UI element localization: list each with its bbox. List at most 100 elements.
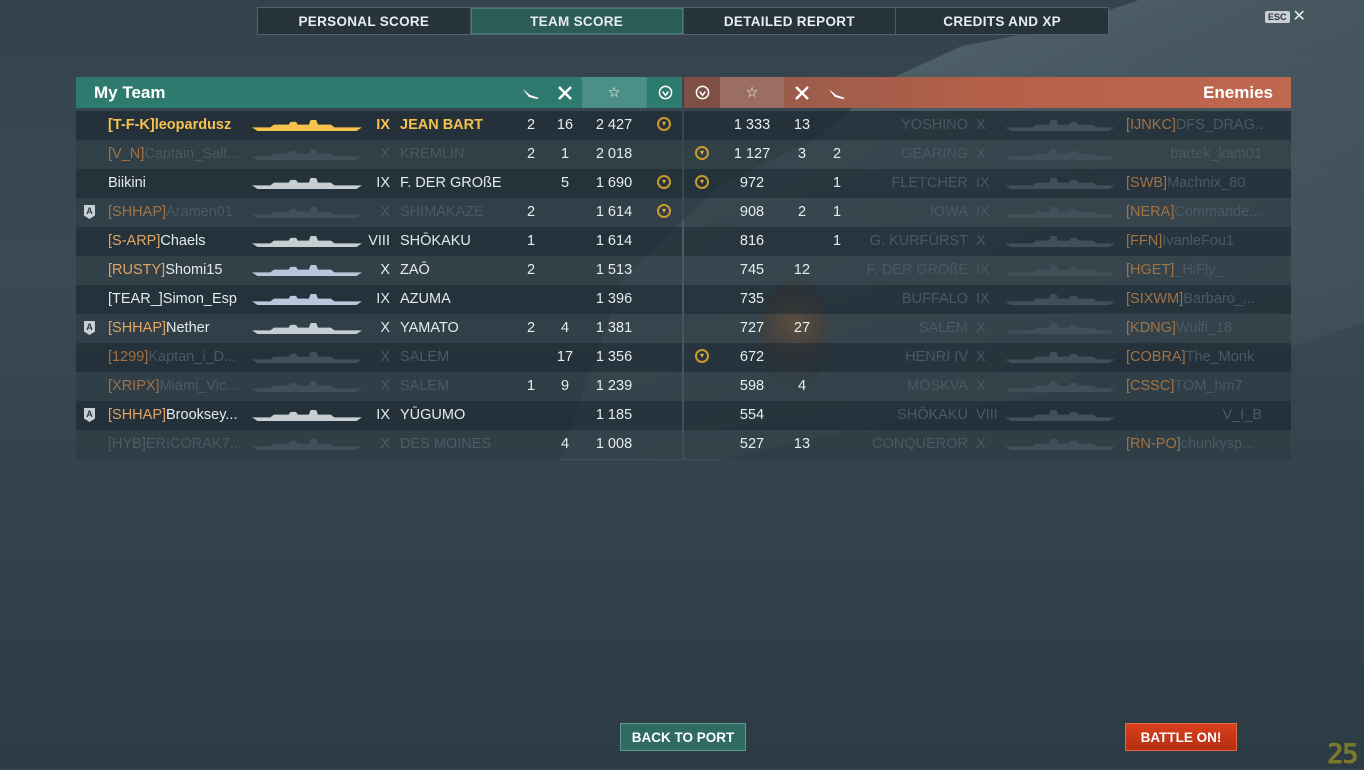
table-row[interactable]: 908 2 1 IOWA IX [NERA]Commande... xyxy=(684,198,1291,227)
xp-value: 527 xyxy=(739,436,765,452)
division-badge-icon: A xyxy=(84,205,95,219)
xp-value: 908 xyxy=(739,204,765,220)
table-row[interactable]: A [SHHAP]Nether X YAMATO 2 4 1 381 xyxy=(76,314,682,343)
enemies-header: ☆ Enemies xyxy=(684,77,1291,108)
table-row[interactable]: [TEAR_]Simon_Esp IX AZUMA 1 396 xyxy=(76,285,682,314)
table-row[interactable]: A [SHHAP]Aramen01 X SHIMAKAZE 2 1 614 ▾ xyxy=(76,198,682,227)
player-name: DFS_DRAG... xyxy=(1175,117,1262,133)
plane-icon[interactable] xyxy=(820,77,854,108)
kills-value xyxy=(548,198,582,227)
planes-value: 1 xyxy=(526,378,536,394)
player-cell: [HYB]ERICORAK7... xyxy=(108,430,246,459)
plane-icon[interactable] xyxy=(514,77,548,108)
table-row[interactable]: 527 13 CONQUEROR X [RN-PO]chunkysp... xyxy=(684,430,1291,459)
xp-value: 1 614 xyxy=(595,233,633,249)
table-row[interactable]: ▾ 672 HENRI IV X [COBRA]The_Monk xyxy=(684,343,1291,372)
player-cell: [V_N]Captain_Salt... xyxy=(108,140,246,169)
clan-tag: [SHHAP] xyxy=(108,320,167,336)
kills-value: 16 xyxy=(556,117,574,133)
player-name: Captain_Salt... xyxy=(144,146,240,162)
ship-tier: X xyxy=(380,378,390,394)
ship-name: KREMLIN xyxy=(400,146,465,162)
medal-icon[interactable] xyxy=(684,77,720,108)
table-row[interactable]: 727 27 SALEM X [KDNG]Wulfi_18 xyxy=(684,314,1291,343)
medal-icon[interactable] xyxy=(646,77,683,108)
ship-name: YŪGUMO xyxy=(400,407,466,423)
table-row[interactable]: ▾ 1 127 3 2 GEARING Xbartek_kam01 xyxy=(684,140,1291,169)
xp-value: 1 381 xyxy=(595,320,633,336)
player-name: IvanleFou1 xyxy=(1162,233,1234,249)
table-row[interactable]: [1299]Kaptan_i_D... X SALEM 17 1 356 xyxy=(76,343,682,372)
back-to-port-button[interactable]: BACK TO PORT xyxy=(620,723,746,751)
player-cell: [TEAR_]Simon_Esp xyxy=(108,285,246,314)
planes-value: 2 xyxy=(526,262,536,278)
table-row[interactable]: 745 12 F. DER GROßE IX [HGET]_HiFly_ xyxy=(684,256,1291,285)
planes-value xyxy=(514,430,548,459)
table-row[interactable]: 554 SHŌKAKU VIII V_I_B xyxy=(684,401,1291,430)
medal-icon: ▾ xyxy=(695,349,709,363)
my-team-table: [T-F-K]leopardusz IX JEAN BART 2 16 2 427 ▾ [V_… xyxy=(76,111,682,459)
ship-silhouette-icon xyxy=(1005,439,1115,450)
player-cell: [RN-PO]chunkysp... xyxy=(1126,430,1262,459)
xp-value: 1 513 xyxy=(595,262,633,278)
star-icon[interactable]: ☆ xyxy=(720,77,784,108)
battle-on-button[interactable]: BATTLE ON! xyxy=(1125,723,1237,751)
star-icon[interactable]: ☆ xyxy=(582,77,646,108)
ship-name: ZAŌ xyxy=(400,262,430,278)
tab-detailed-report[interactable]: DETAILED REPORT xyxy=(684,8,897,34)
crossed-swords-icon[interactable] xyxy=(548,77,582,108)
kills-value: 13 xyxy=(793,436,811,452)
medal-icon: ▾ xyxy=(657,117,671,131)
player-name: bartek_kam01 xyxy=(1170,146,1262,162)
table-row[interactable]: 735 BUFFALO IX [SIXWM]Barbaro_... xyxy=(684,285,1291,314)
tab-team-score[interactable]: TEAM SCORE xyxy=(470,8,684,34)
table-row[interactable]: [T-F-K]leopardusz IX JEAN BART 2 16 2 427 ▾ xyxy=(76,111,682,140)
table-row[interactable]: [V_N]Captain_Salt... X KREMLIN 2 1 2 018 xyxy=(76,140,682,169)
player-cell: [KDNG]Wulfi_18 xyxy=(1126,314,1262,343)
medal-icon: ▾ xyxy=(657,175,671,189)
ship-tier: VIII xyxy=(368,233,390,249)
table-row[interactable]: [RUSTY]Shomi15 X ZAŌ 2 1 513 xyxy=(76,256,682,285)
player-cell: [SIXWM]Barbaro_... xyxy=(1126,285,1262,314)
xp-value: 1 396 xyxy=(595,291,633,307)
player-name: V_I_B xyxy=(1222,407,1263,423)
table-row[interactable]: [HYB]ERICORAK7... X DES MOINES 4 1 008 xyxy=(76,430,682,459)
ship-name: G. KURFÜRST xyxy=(869,233,968,249)
ship-name: SHŌKAKU xyxy=(400,233,471,249)
tab-credits-and-xp[interactable]: CREDITS AND XP xyxy=(896,8,1108,34)
table-row[interactable]: [XRIPX]Miami_Vic... X SALEM 1 9 1 239 xyxy=(76,372,682,401)
kills-value: 17 xyxy=(556,349,574,365)
table-row[interactable]: 1 333 13 YOSHINO X [IJNKC]DFS_DRAG... xyxy=(684,111,1291,140)
clan-tag: [T-F-K] xyxy=(108,117,155,133)
planes-value: 2 xyxy=(526,117,536,133)
player-name: [HYB] xyxy=(108,436,146,452)
player-cell: [FFN]IvanleFou1 xyxy=(1126,227,1262,256)
ship-name: SALEM xyxy=(400,349,450,365)
xp-value: 735 xyxy=(739,291,765,307)
xp-value: 2 018 xyxy=(595,146,633,162)
ship-name: BUFFALO xyxy=(901,291,968,307)
ship-name: GEARING xyxy=(901,146,968,162)
clan-tag: [SHHAP] xyxy=(108,204,167,220)
player-cell: [T-F-K]leopardusz xyxy=(108,111,246,140)
table-row[interactable]: Biikini IX F. DER GROßE 5 1 690 ▾ xyxy=(76,169,682,198)
ship-name: YOSHINO xyxy=(901,117,968,133)
division-badge-icon: A xyxy=(84,408,95,422)
xp-value: 1 008 xyxy=(595,436,633,452)
player-cell: [SHHAP]Brooksey... xyxy=(108,401,246,430)
table-row[interactable]: [S-ARP]Chaels VIII SHŌKAKU 1 1 614 xyxy=(76,227,682,256)
close-icon: ✕ xyxy=(1292,8,1306,25)
crossed-swords-icon[interactable] xyxy=(784,77,820,108)
ship-tier: IX xyxy=(376,117,390,133)
table-row[interactable]: ▾ 972 1 FLETCHER IX [SWB]Machnix_80 xyxy=(684,169,1291,198)
kills-value xyxy=(548,285,582,314)
close-button[interactable]: ESC ✕ xyxy=(1265,8,1306,25)
table-row[interactable]: 816 1 G. KURFÜRST X [FFN]IvanleFou1 xyxy=(684,227,1291,256)
kills-value: 5 xyxy=(560,175,570,191)
tab-personal-score[interactable]: PERSONAL SCORE xyxy=(258,8,471,34)
my-team-header: My Team ☆ xyxy=(76,77,682,108)
xp-value: 598 xyxy=(739,378,765,394)
ship-tier: X xyxy=(380,320,390,336)
table-row[interactable]: A [SHHAP]Brooksey... IX YŪGUMO 1 185 xyxy=(76,401,682,430)
table-row[interactable]: 598 4 MOSKVA X [CSSC]TOM_hm7 xyxy=(684,372,1291,401)
